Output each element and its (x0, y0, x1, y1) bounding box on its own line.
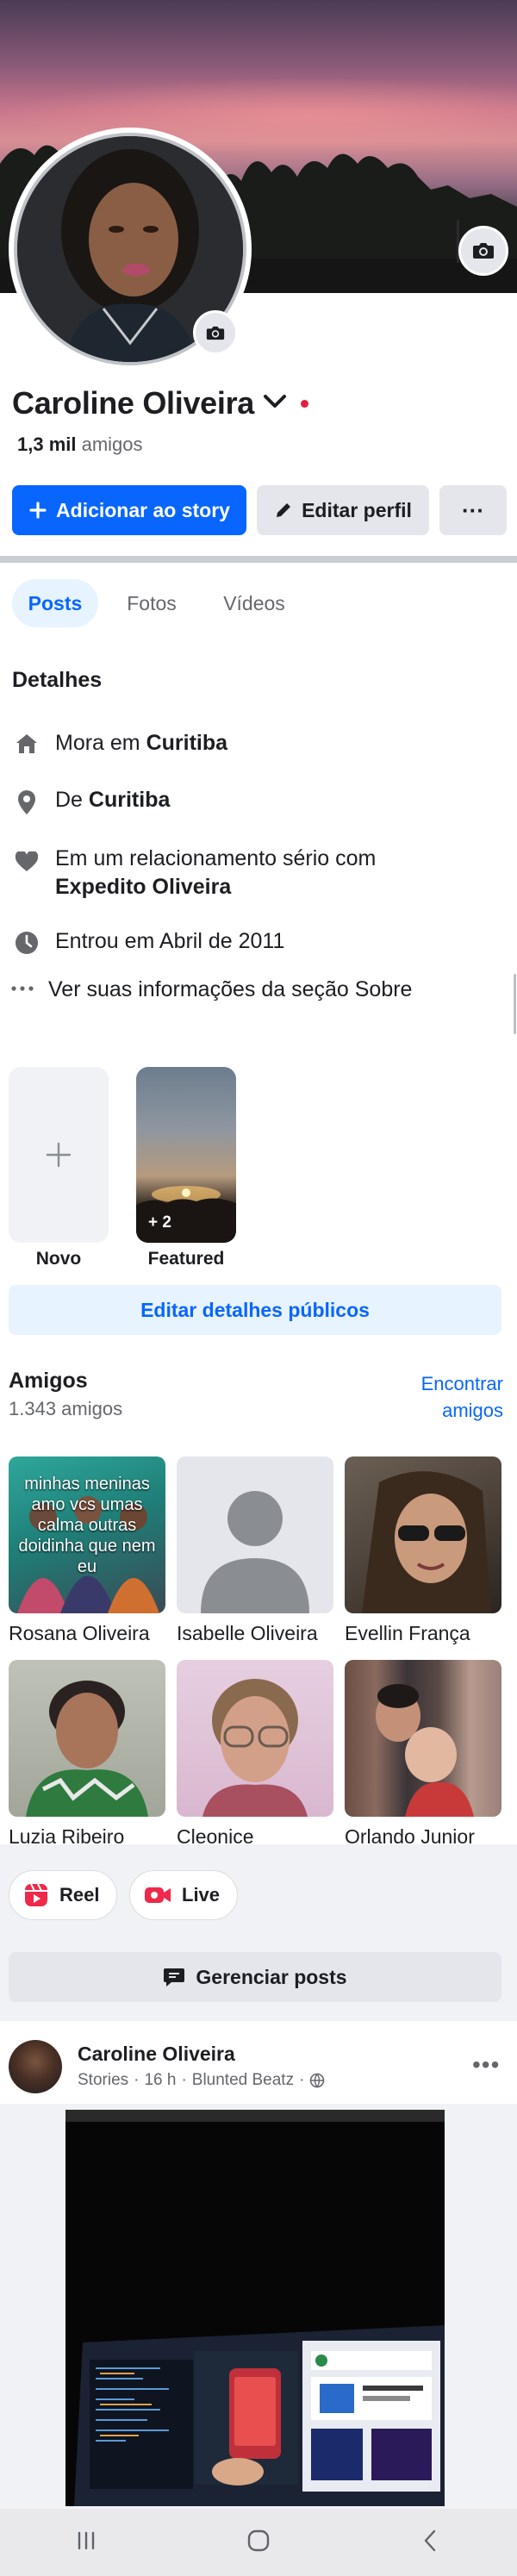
post-author-name[interactable]: Caroline Oliveira (78, 2043, 235, 2066)
recent-apps-icon (78, 2531, 95, 2549)
relationship-partner[interactable]: Expedito Oliveira (55, 875, 231, 899)
live-label: Live (182, 1884, 221, 1905)
chevron-down-icon[interactable] (262, 392, 288, 415)
detail-joined: Entrou em Abril de 2011 (12, 929, 503, 955)
friends-title: Amigos (9, 1369, 88, 1393)
details-title: Detalhes (12, 668, 103, 692)
back-button[interactable] (418, 2528, 444, 2558)
featured-highlight-label: Featured (147, 1249, 225, 1269)
recent-apps-button[interactable] (73, 2529, 99, 2556)
post-options-button[interactable]: ••• (472, 2051, 500, 2079)
tab-videos[interactable]: Vídeos (207, 579, 302, 627)
see-about-label: Ver suas informações da seção Sobre (48, 977, 413, 1001)
friend-card[interactable]: Isabelle Oliveira (177, 1456, 333, 1645)
section-divider (0, 556, 517, 563)
reel-icon (23, 1882, 49, 1908)
profile-friends-count[interactable]: 1,3 mil amigos (17, 433, 143, 456)
lives-prefix: Mora em (55, 731, 140, 755)
friend-card[interactable]: Cleonice (177, 1660, 333, 1849)
friends-total: 1.343 amigos (9, 1398, 123, 1419)
more-dots-icon (9, 977, 36, 1000)
friend-name: Evellin França (345, 1622, 470, 1644)
profile-tabs: Posts Fotos Vídeos (0, 569, 517, 638)
post-media[interactable] (65, 2110, 445, 2506)
home-icon (12, 733, 41, 755)
detail-lives-in: Mora em Curitiba (12, 731, 503, 756)
relationship-prefix: Em um relacionamento sério com (55, 846, 377, 870)
plus-icon (46, 1142, 72, 1168)
live-video-icon (144, 1885, 171, 1905)
friend-card[interactable]: Orlando Junior (345, 1660, 501, 1849)
detail-relationship: Em um relacionamento sério com Expedito O… (12, 845, 503, 901)
pencil-icon (274, 501, 293, 520)
home-button[interactable] (246, 2528, 271, 2558)
edit-public-details-button[interactable]: Editar detalhes públicos (9, 1285, 501, 1335)
friend-name: Rosana Oliveira (9, 1622, 150, 1644)
live-button[interactable]: Live (129, 1870, 239, 1920)
new-highlight-label: Novo (35, 1249, 82, 1269)
post-author-avatar[interactable] (9, 2040, 62, 2093)
default-avatar-icon (177, 1456, 333, 1613)
friend-photo: minhas meninas amo vcs umas calma outras… (9, 1456, 165, 1613)
friend-photo (345, 1456, 501, 1613)
friend-card[interactable]: Evellin França (345, 1456, 501, 1645)
friends-count-label: amigos (81, 433, 143, 455)
edit-profile-label: Editar perfil (302, 498, 412, 521)
manage-posts-button[interactable]: Gerenciar posts (9, 1952, 501, 2002)
edit-cover-camera-button[interactable] (458, 226, 508, 276)
find-friends-link[interactable]: Encontrar amigos (405, 1370, 503, 1424)
friend-card[interactable]: Luzia Ribeiro (9, 1660, 165, 1849)
reel-label: Reel (59, 1884, 100, 1905)
heart-icon (12, 851, 41, 872)
tab-photos[interactable]: Fotos (112, 579, 191, 627)
lives-city[interactable]: Curitiba (146, 731, 227, 755)
add-to-story-button[interactable]: Adicionar ao story (12, 485, 246, 535)
post-source[interactable]: Stories (78, 2071, 128, 2090)
friend-photo (345, 1660, 501, 1817)
featured-count: + 2 (148, 1213, 171, 1232)
edit-profile-button[interactable]: Editar perfil (257, 485, 429, 535)
add-to-story-label: Adicionar ao story (56, 498, 230, 521)
friends-count-number: 1,3 mil (17, 433, 77, 455)
camera-icon (473, 243, 494, 259)
notification-dot (301, 400, 308, 408)
joined-date: Entrou em Abril de 2011 (55, 929, 285, 953)
home-circle-icon (247, 2529, 270, 2551)
see-about-info-link[interactable]: Ver suas informações da seção Sobre (9, 977, 500, 1002)
friend-photo (177, 1660, 333, 1817)
friend-card[interactable]: minhas meninas amo vcs umas calma outras… (9, 1456, 165, 1645)
more-options-button[interactable]: ··· (439, 485, 507, 535)
from-prefix: De (55, 788, 83, 812)
friend-name: Isabelle Oliveira (177, 1622, 318, 1644)
location-pin-icon (12, 789, 41, 815)
manage-posts-icon (163, 1967, 185, 1987)
manage-posts-label: Gerenciar posts (196, 1965, 347, 1988)
reel-button[interactable]: Reel (9, 1870, 118, 1920)
post-time[interactable]: 16 h (144, 2071, 176, 2090)
system-navigation-bar (0, 2509, 517, 2576)
edit-profile-picture-button[interactable] (193, 310, 238, 355)
back-icon (424, 2529, 436, 2551)
friend-photo-caption: minhas meninas amo vcs umas calma outras… (18, 1475, 156, 1576)
profile-name: Caroline Oliveira (12, 385, 255, 421)
friend-photo (9, 1660, 165, 1817)
globe-icon (310, 2073, 325, 2088)
tab-posts[interactable]: Posts (12, 579, 98, 627)
post-photo-laptop-screen (65, 2110, 445, 2506)
clock-icon (12, 931, 41, 955)
detail-from: De Curitiba (12, 788, 503, 815)
camera-icon (206, 326, 225, 340)
from-city[interactable]: Curitiba (89, 788, 170, 812)
new-highlight-button[interactable] (9, 1067, 109, 1243)
post-audio[interactable]: Blunted Beatz (192, 2071, 294, 2090)
plus-icon (28, 501, 47, 520)
post-meta: Stories · 16 h · Blunted Beatz · (78, 2071, 325, 2090)
featured-highlight[interactable]: + 2 (136, 1067, 236, 1243)
scrollbar[interactable] (514, 974, 516, 1034)
